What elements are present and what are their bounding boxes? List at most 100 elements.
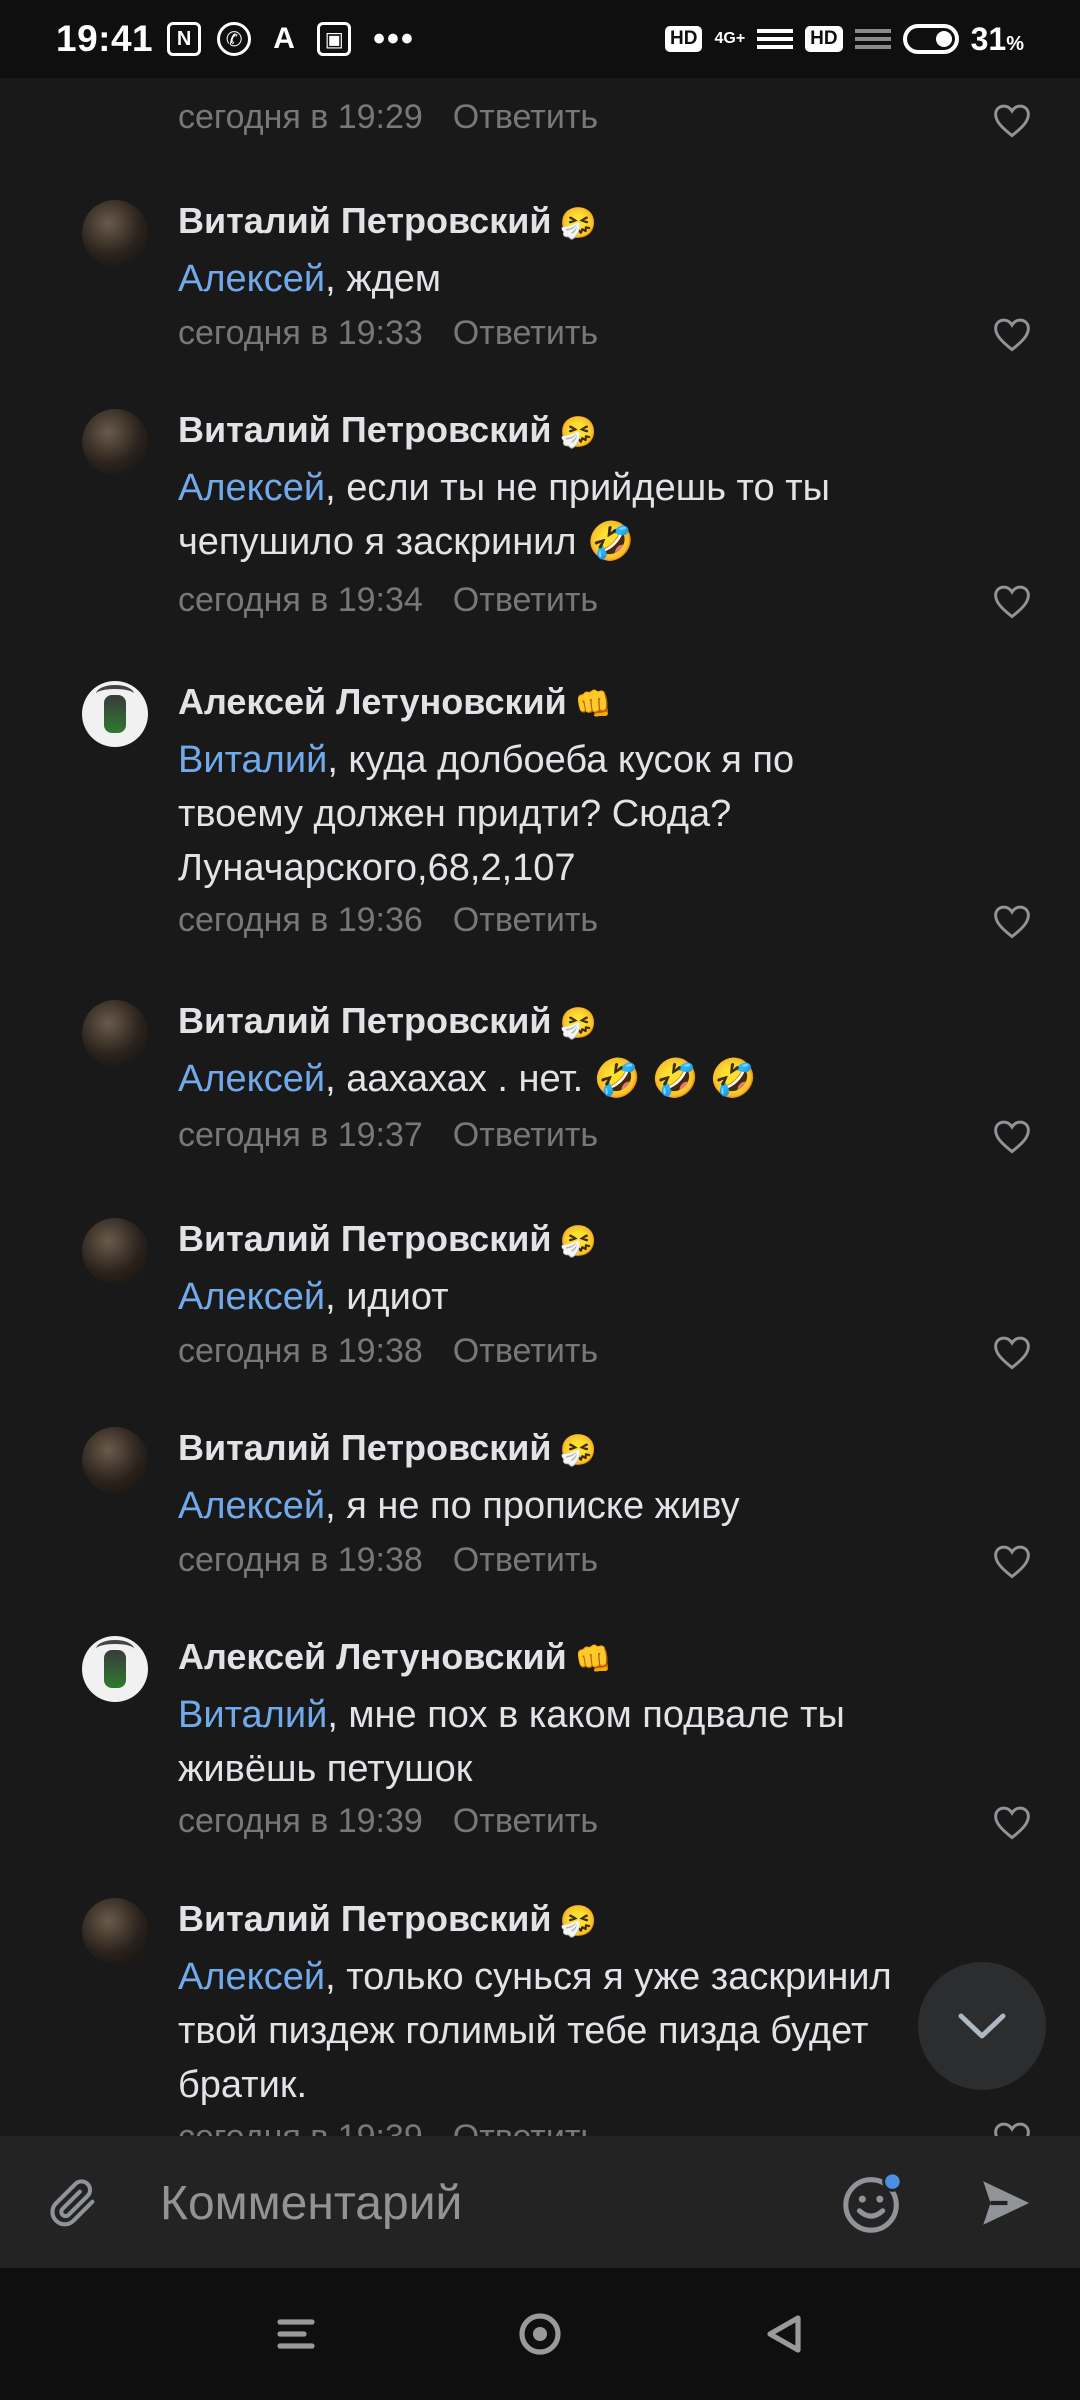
hd-voice-icon-2: HD [805, 26, 843, 52]
author-status-emoji: 🤧 [559, 416, 597, 449]
comment-author[interactable]: Алексей Летуновский 👊 [178, 1636, 612, 1678]
system-indicators: HD 4G+ HD 31% [665, 21, 1024, 58]
battery-level: 31% [970, 20, 1024, 57]
comment-time: сегодня в 19:29 [178, 98, 423, 136]
comment-time: сегодня в 19:38 [178, 1541, 423, 1579]
reply-button[interactable]: Ответить [453, 901, 598, 939]
comment-time: сегодня в 19:36 [178, 901, 423, 939]
author-status-emoji: 🤧 [559, 1905, 597, 1938]
like-icon[interactable] [992, 1543, 1032, 1579]
avatar[interactable] [82, 1427, 148, 1493]
like-icon[interactable] [992, 2120, 1032, 2136]
author-status-emoji: 👊 [574, 1643, 613, 1676]
nfc-icon: N [167, 22, 202, 56]
viber-icon: ✆ [217, 22, 252, 56]
comment-time: сегодня в 19:38 [178, 1332, 423, 1370]
comment-author[interactable]: Виталий Петровский 🤧 [178, 1427, 597, 1469]
like-icon[interactable] [992, 1118, 1032, 1154]
reply-button[interactable]: Ответить [453, 1541, 598, 1579]
like-icon[interactable] [992, 903, 1032, 939]
comment-text: Алексей, я не по прописке живу [178, 1485, 740, 1527]
avatar[interactable] [82, 1898, 148, 1964]
mention-link[interactable]: Алексей [178, 1956, 325, 1998]
comment-author[interactable]: Виталий Петровский 🤧 [178, 200, 597, 242]
avatar[interactable] [82, 1218, 148, 1284]
comment-time: сегодня в 19:34 [178, 581, 423, 619]
comment-meta: сегодня в 19:39 Ответить [178, 1802, 598, 1841]
comment-author[interactable]: Виталий Петровский 🤧 [178, 1218, 597, 1260]
scroll-down-button[interactable] [918, 1962, 1046, 2090]
avatar[interactable] [82, 1000, 148, 1066]
emoji-smile-icon[interactable] [840, 2170, 906, 2236]
comment-time: сегодня в 19:37 [178, 1116, 423, 1154]
comment-time: сегодня в 19:33 [178, 314, 423, 352]
more-notifications-icon: ••• [373, 19, 415, 58]
comment-author[interactable]: Виталий Петровский 🤧 [178, 1000, 597, 1042]
comment-composer [0, 2136, 1080, 2268]
emoji: 🤣 🤣 🤣 [593, 1058, 757, 1100]
comment-author[interactable]: Виталий Петровский 🤧 [178, 1898, 597, 1940]
like-icon[interactable] [992, 583, 1032, 619]
like-icon[interactable] [992, 1804, 1032, 1840]
like-icon[interactable] [992, 1334, 1032, 1370]
comment-author[interactable]: Алексей Летуновский 👊 [178, 681, 612, 723]
battery-icon [902, 24, 959, 54]
mention-link[interactable]: Алексей [178, 258, 325, 300]
signal-icon-2 [854, 29, 891, 49]
menu-icon[interactable] [272, 2310, 320, 2358]
mention-link[interactable]: Алексей [178, 1485, 325, 1527]
comment-meta: сегодня в 19:34 Ответить [178, 581, 598, 620]
like-icon[interactable] [992, 102, 1032, 138]
home-icon[interactable] [516, 2310, 564, 2358]
mention-link[interactable]: Алексей [178, 467, 325, 509]
comment-meta: сегодня в 19:36 Ответить [178, 901, 598, 940]
reply-button[interactable]: Ответить [453, 2118, 598, 2136]
mention-link[interactable]: Виталий [178, 739, 327, 781]
author-status-emoji: 🤧 [559, 207, 597, 240]
comment-meta: сегодня в 19:39 Ответить [178, 2118, 598, 2136]
network-type: 4G+ [714, 30, 746, 47]
reply-button[interactable]: Ответить [453, 581, 598, 619]
paperclip-icon[interactable] [44, 2174, 102, 2232]
mention-link[interactable]: Алексей [178, 1276, 325, 1318]
system-nav-bar [0, 2268, 1080, 2400]
comment-text: Алексей, ждем [178, 258, 442, 300]
comment-text: Виталий, мне пох в каком подвале ты живё… [178, 1694, 845, 1790]
signal-icon [757, 29, 794, 49]
comment-meta: сегодня в 19:37 Ответить [178, 1116, 598, 1155]
hd-voice-icon: HD [665, 26, 703, 52]
comment-meta: сегодня в 19:38 Ответить [178, 1332, 598, 1371]
author-status-emoji: 🤧 [559, 1434, 597, 1467]
reply-button[interactable]: Ответить [453, 1116, 598, 1154]
author-status-emoji: 🤧 [559, 1225, 597, 1258]
notification-icons: N ✆ A ▣ ••• [167, 20, 415, 59]
font-icon: A [273, 22, 295, 55]
emoji: 🤣 [587, 521, 635, 563]
status-time: 19:41 [56, 18, 154, 59]
comment-text: Алексей, идиот [178, 1276, 449, 1318]
back-icon[interactable] [760, 2310, 808, 2358]
comment-text: Алексей, если ты не прийдешь то ты чепуш… [178, 467, 830, 563]
mention-link[interactable]: Виталий [178, 1694, 327, 1736]
avatar[interactable] [82, 681, 148, 747]
comment-text: Алексей, только сунься я уже заскринил т… [178, 1956, 892, 2106]
reply-button[interactable]: Ответить [453, 314, 598, 352]
status-bar: 19:41 N ✆ A ▣ ••• HD 4G+ HD 31% [0, 0, 1080, 78]
comment-author[interactable]: Виталий Петровский 🤧 [178, 409, 597, 451]
comment-meta: сегодня в 19:29 Ответить [178, 98, 598, 137]
chevron-down-icon [958, 2013, 1006, 2039]
like-icon[interactable] [992, 316, 1032, 352]
avatar[interactable] [82, 409, 148, 475]
author-status-emoji: 🤧 [559, 1007, 597, 1040]
reply-button[interactable]: Ответить [453, 1332, 598, 1370]
send-icon[interactable] [974, 2174, 1036, 2232]
comment-meta: сегодня в 19:33 Ответить [178, 314, 598, 353]
avatar[interactable] [82, 200, 148, 266]
mention-link[interactable]: Алексей [178, 1058, 325, 1100]
comment-input[interactable] [158, 2166, 802, 2240]
avatar[interactable] [82, 1636, 148, 1702]
reply-button[interactable]: Ответить [453, 98, 598, 136]
reply-button[interactable]: Ответить [453, 1802, 598, 1840]
comments-feed[interactable]: сегодня в 19:29 Ответить Виталий Петровск… [0, 78, 1080, 2136]
comment-text: Виталий, куда долбоеба кусок я по твоему… [178, 739, 795, 889]
